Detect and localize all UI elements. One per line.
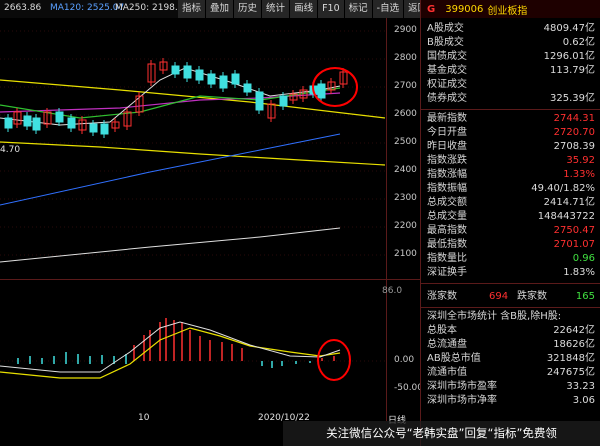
volume-row: 债券成交 325.39亿 (427, 93, 595, 104)
index-row: 指数涨跌 35.92 (427, 155, 595, 166)
candle-body (171, 65, 180, 75)
candle-body (23, 115, 32, 127)
down-count-label: 跌家数 (517, 291, 547, 302)
panel-divider (0, 279, 420, 280)
stock-name: 创业板指 (487, 5, 528, 17)
dif-line (0, 321, 341, 373)
market-stat-title: 深圳全市场统计 含B股,除H股: (427, 311, 562, 322)
overlay-button[interactable]: 叠加 (206, 0, 235, 18)
candle-body (231, 73, 240, 85)
history-button[interactable]: 历史 (234, 0, 263, 18)
index-row: 最低指数 2701.07 (427, 239, 595, 250)
market-row: 深圳市场市净率 3.06 (427, 395, 595, 406)
ma250-line (0, 227, 341, 263)
candle-body (67, 117, 76, 129)
quote-header: G 399006 创业板指 (421, 0, 600, 18)
price-tick-label: 2800 (394, 53, 417, 63)
candle-body (243, 83, 252, 93)
price-tick-label: 2400 (394, 165, 417, 175)
index-row: 最新指数 2744.31 (427, 113, 595, 124)
section-divider (421, 283, 600, 284)
axis-separator (386, 18, 387, 421)
index-row: 指数量比 0.96 (427, 253, 595, 264)
macd-top-label: 86.0 (382, 286, 403, 296)
candle-body (55, 111, 64, 123)
volume-row: 权证成交 (427, 79, 467, 90)
stock-app-window: 2663.86 MA120: 2525.07 MA250: 2198.07 指标… (0, 0, 600, 446)
index-row: 指数振幅 49.40/1.82% (427, 183, 595, 194)
candle-body (207, 73, 216, 85)
indicator-button[interactable]: 指标 (178, 0, 207, 18)
index-row: 最高指数 2750.47 (427, 225, 595, 236)
price-tick-label: 2700 (394, 81, 417, 91)
candle-body (255, 91, 264, 111)
up-count-label: 涨家数 (427, 291, 457, 302)
ma-line-yellow-lower (0, 141, 386, 166)
market-row: 总流通盘 18626亿 (427, 339, 595, 350)
volume-row: B股成交 0.62亿 (427, 37, 595, 48)
draw-line-button[interactable]: 画线 (290, 0, 319, 18)
market-row: 深圳市场市盈率 33.23 (427, 381, 595, 392)
ma-label: 2663.86 (4, 3, 42, 13)
mark-button[interactable]: 标记 (344, 0, 373, 18)
g-badge: G (427, 3, 436, 15)
ma-indicator-bar: 2663.86 MA120: 2525.07 MA250: 2198.07 指标… (0, 0, 433, 18)
section-divider (421, 109, 600, 110)
date-tick-label: 10 (138, 413, 150, 423)
section-divider (421, 307, 600, 308)
down-count-value: 165 (575, 291, 595, 302)
macd-tick-label: -50.00 (394, 383, 424, 393)
candle-body (100, 123, 109, 135)
statistics-button[interactable]: 统计 (262, 0, 291, 18)
dea-line (0, 327, 341, 379)
watermark-footer: 关注微信公众号“老韩实盘”回复“指标”免费领 (283, 421, 600, 446)
candle-body (183, 65, 192, 79)
candle-body (279, 95, 288, 107)
market-row: 流通市值 247675亿 (427, 367, 595, 378)
kline-chart-area[interactable]: 2663.86 MA120: 2525.07 MA250: 2198.07 指标… (0, 0, 433, 446)
remove-watchlist-button[interactable]: -自选 (372, 0, 405, 18)
market-row: 总股本 22642亿 (427, 325, 595, 336)
volume-row: 基金成交 113.79亿 (427, 65, 595, 76)
price-tick-label: 2500 (394, 137, 417, 147)
price-tick-label: 2200 (394, 221, 417, 231)
candle-body (195, 69, 204, 81)
index-row: 指数涨幅 1.33% (427, 169, 595, 180)
up-count-value: 694 (489, 291, 509, 302)
price-tick-label: 2300 (394, 193, 417, 203)
chart-toolbar: 指标 叠加 历史 统计 画线 F10 标记 -自选 返回 (178, 0, 433, 18)
stock-code: 399006 (445, 3, 484, 15)
market-row: AB股总市值 321848亿 (427, 353, 595, 364)
breadth-row: 涨家数 694 跌家数 165 (421, 290, 600, 304)
volume-row: 国债成交 1296.01亿 (427, 51, 595, 62)
price-tick-label: 2100 (394, 249, 417, 259)
low-price-label: 4.70 (0, 145, 21, 155)
candle-body (219, 75, 228, 89)
macd-tick-label: 0.00 (394, 355, 415, 365)
candle-body (4, 117, 13, 129)
candle-body (32, 117, 41, 131)
price-tick-label: 2900 (394, 25, 417, 35)
volume-row: A股成交 4809.47亿 (427, 23, 595, 34)
index-row: 总成交额 2414.71亿 (427, 197, 595, 208)
price-tick-label: 2600 (394, 109, 417, 119)
quote-panel: G 399006 创业板指 A股成交 4809.47亿 B股成交 0.62亿 国债成… (420, 0, 600, 446)
kline-chart-svg[interactable] (0, 0, 420, 446)
ma120-label: MA120: 2525.07 (50, 3, 125, 13)
index-row: 今日开盘 2720.70 (427, 127, 595, 138)
f10-button[interactable]: F10 (318, 0, 345, 18)
index-row: 总成交量 148443722 (427, 211, 595, 222)
candle-body (317, 83, 326, 99)
index-row: 昨日收盘 2708.39 (427, 141, 595, 152)
candle-body (89, 123, 98, 133)
index-row: 深证换手 1.83% (427, 267, 595, 278)
